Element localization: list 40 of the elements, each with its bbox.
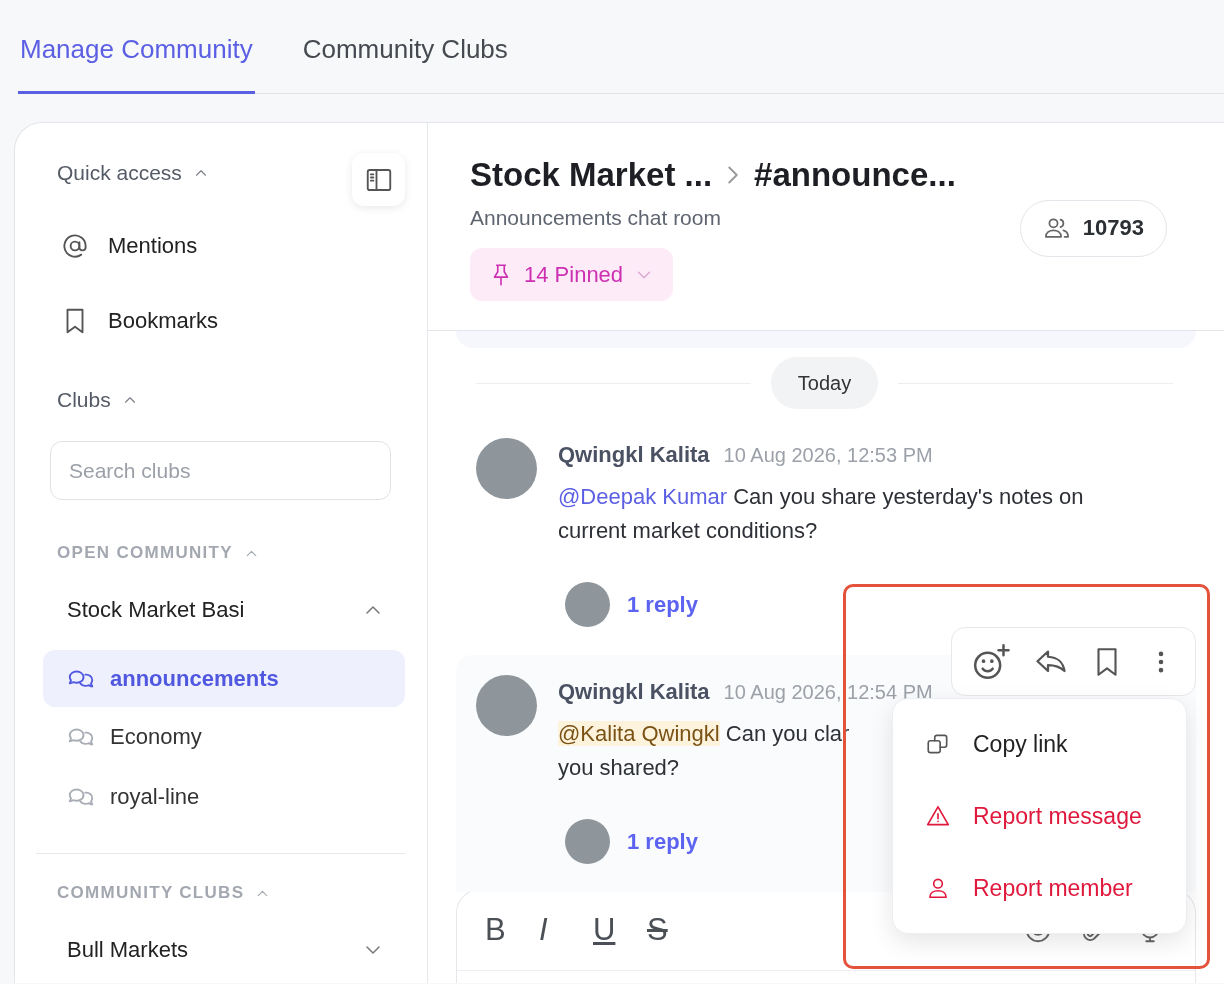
club-item[interactable]: Stock Market Basi [57, 585, 405, 635]
author-name: Qwingkl Kalita [558, 679, 710, 705]
mention-link[interactable]: @Deepak Kumar [558, 484, 728, 509]
channel-item[interactable]: announcements [43, 650, 405, 707]
avatar-photo [476, 438, 537, 499]
members-button[interactable]: 10793 [1019, 199, 1167, 257]
room-description: Announcements chat room [470, 205, 722, 231]
sidebar-toggle-button[interactable] [352, 153, 405, 206]
section-toggle[interactable]: Clubs [57, 380, 139, 420]
avatar-photo [565, 582, 610, 627]
section-toggle[interactable]: Quick access [57, 153, 210, 193]
format-button[interactable]: S [647, 912, 701, 948]
breadcrumb-link[interactable]: Stock Market ... [470, 156, 713, 194]
avatar-photo [565, 819, 610, 864]
format-button[interactable]: U [593, 912, 647, 948]
replies-link[interactable]: 1 reply [627, 828, 698, 855]
breadcrumb-link[interactable]: #announce... [754, 156, 956, 194]
chevron-right-icon [728, 166, 739, 184]
menu-item[interactable]: Report message [893, 780, 1186, 852]
tab[interactable]: Manage Community [18, 0, 255, 94]
pinned-button[interactable]: 14 Pinned [470, 248, 674, 301]
menu-item[interactable]: Report member [893, 852, 1186, 924]
channel-item[interactable]: royal-line [43, 767, 405, 827]
menu-item[interactable]: Copy link [893, 708, 1186, 780]
search-field[interactable]: Search clubs [50, 441, 391, 500]
avatar-photo [476, 675, 537, 736]
club-item[interactable]: Bull Markets [57, 925, 405, 975]
format-button[interactable]: B [485, 912, 539, 948]
channel-item[interactable]: Economy [43, 707, 405, 767]
message-time: 10 Aug 2026, 12:54 PM [723, 680, 933, 704]
message-time: 10 Aug 2026, 12:53 PM [723, 443, 933, 467]
sidebar-item[interactable]: Bookmarks [57, 283, 405, 358]
tab[interactable]: Community Clubs [300, 0, 510, 94]
date-separator-label: Today [770, 357, 879, 409]
replies-link[interactable]: 1 reply [627, 591, 698, 618]
message-text: @Deepak Kumar Can you share yesterday's notes on current market conditions? [558, 483, 1084, 545]
mention-link[interactable]: @Kalita Qwingkl [558, 721, 720, 746]
sidebar-item[interactable]: Mentions [57, 208, 405, 283]
format-button[interactable]: I [539, 912, 593, 948]
author-name: Qwingkl Kalita [558, 442, 710, 468]
